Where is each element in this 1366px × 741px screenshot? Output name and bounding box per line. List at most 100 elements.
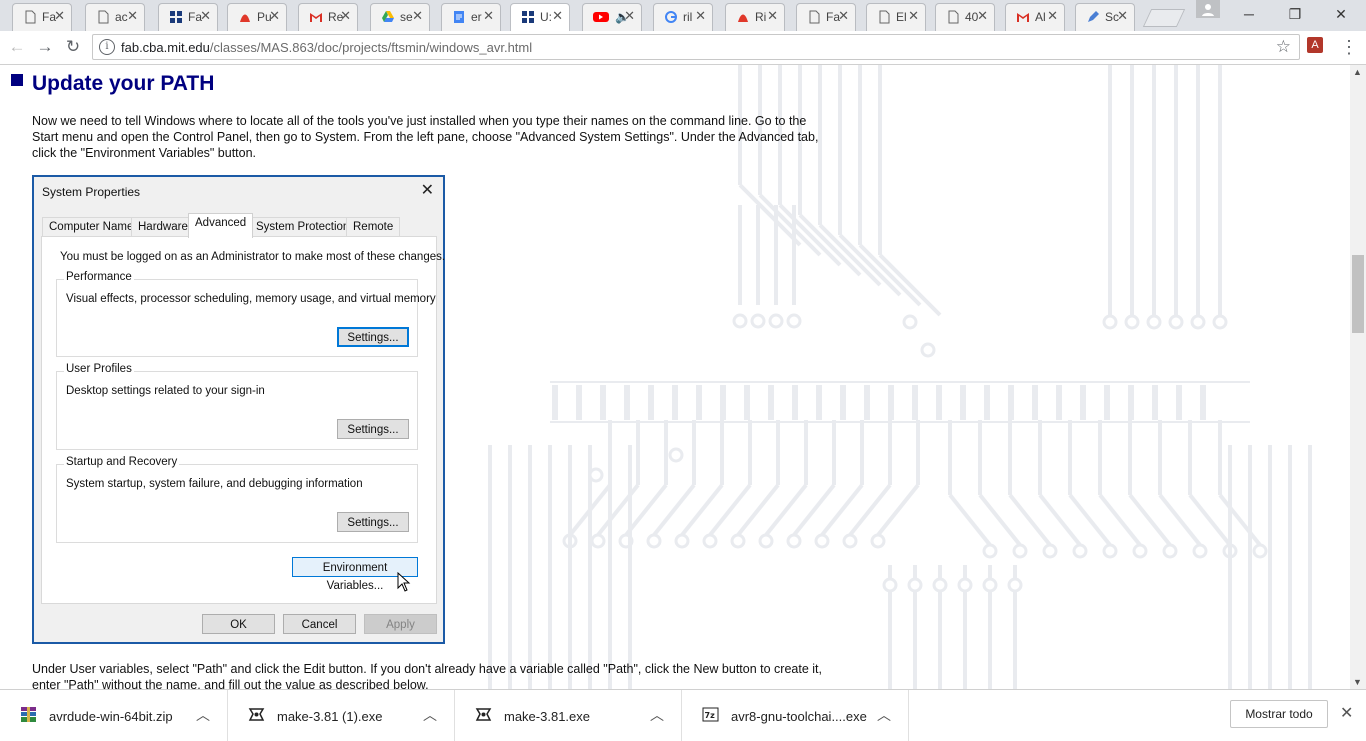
info-icon[interactable]: i	[99, 39, 115, 55]
page-content: Update your PATH Now we need to tell Win…	[0, 65, 1350, 689]
download-filename: make-3.81 (1).exe	[277, 709, 383, 724]
startup-recovery-group: Startup and Recovery System startup, sys…	[56, 456, 418, 543]
close-tab-icon[interactable]: ✕	[269, 9, 280, 23]
browser-tab[interactable]: Fa ✕	[796, 3, 856, 31]
close-downloads-icon[interactable]: ✕	[1340, 703, 1353, 723]
google-icon	[665, 11, 677, 23]
download-item[interactable]: make-3.81.exe ︿	[455, 690, 682, 741]
download-filename: avrdude-win-64bit.zip	[49, 709, 173, 724]
browser-tab[interactable]: er ✕	[441, 3, 501, 31]
group-description: Desktop settings related to your sign-in	[66, 385, 265, 397]
docs-icon	[454, 11, 464, 23]
download-item[interactable]: make-3.81 (1).exe ︿	[228, 690, 455, 741]
close-tab-icon[interactable]: ✕	[340, 9, 351, 23]
minimize-icon[interactable]: ─	[1234, 4, 1264, 24]
show-all-downloads-button[interactable]: Mostrar todo	[1230, 700, 1328, 728]
performance-group: Performance Visual effects, processor sc…	[56, 271, 436, 357]
url-text[interactable]: fab.cba.mit.edu/classes/MAS.863/doc/proj…	[121, 40, 532, 55]
document-icon	[879, 10, 890, 24]
dialog-close-icon[interactable]: ✕	[421, 180, 434, 200]
tab-system-protection[interactable]: System Protection	[249, 217, 357, 237]
scroll-up-icon[interactable]: ▲	[1353, 67, 1362, 77]
browser-tab[interactable]: ril ✕	[653, 3, 713, 31]
intro-paragraph: Now we need to tell Windows where to loc…	[32, 114, 819, 160]
browser-tab[interactable]: Fa ✕	[158, 3, 218, 31]
browser-tab[interactable]: Re ✕	[298, 3, 358, 31]
installer-icon	[475, 708, 492, 721]
close-tab-icon[interactable]: ✕	[1047, 9, 1058, 23]
user-profiles-group: User Profiles Desktop settings related t…	[56, 363, 418, 450]
download-filename: make-3.81.exe	[504, 709, 590, 724]
scroll-thumb[interactable]	[1352, 255, 1364, 333]
page-scrollbar[interactable]: ▲ ▼	[1350, 65, 1366, 689]
reload-icon[interactable]: ↻	[62, 36, 84, 58]
document-icon	[948, 10, 959, 24]
close-tab-icon[interactable]: ✕	[127, 9, 138, 23]
back-icon[interactable]: ←	[6, 36, 28, 58]
group-label: Performance	[64, 271, 134, 283]
document-icon	[25, 10, 36, 24]
download-item[interactable]: 7z avr8-gnu-toolchai....exe ︿	[682, 690, 909, 741]
restore-icon[interactable]: ❐	[1280, 4, 1310, 24]
admin-note: You must be logged on as an Administrato…	[60, 251, 446, 263]
document-icon	[98, 10, 109, 24]
new-tab-button[interactable]	[1142, 9, 1186, 27]
close-tab-icon[interactable]: ✕	[200, 9, 211, 23]
forward-icon[interactable]: →	[34, 36, 56, 58]
browser-tab[interactable]: El ✕	[866, 3, 926, 31]
tab-remote[interactable]: Remote	[346, 217, 401, 237]
grid-icon	[522, 11, 534, 23]
close-tab-icon[interactable]: ✕	[552, 9, 563, 23]
ok-button[interactable]: OK	[202, 614, 275, 634]
browser-toolbar: ← → ↻ i fab.cba.mit.edu/classes/MAS.863/…	[0, 31, 1366, 65]
startup-recovery-settings-button[interactable]: Settings...	[337, 512, 409, 532]
group-label: User Profiles	[64, 363, 134, 375]
gmail-icon	[1017, 13, 1029, 22]
window-close-icon[interactable]: ✕	[1326, 4, 1356, 24]
pencil-icon	[1088, 11, 1099, 22]
user-profiles-settings-button[interactable]: Settings...	[337, 419, 409, 439]
browser-tab[interactable]: se ✕	[370, 3, 430, 31]
close-tab-icon[interactable]: ✕	[483, 9, 494, 23]
tab-computer-name[interactable]: Computer Name	[42, 217, 141, 237]
pdf-extension-icon[interactable]: A	[1307, 37, 1323, 53]
close-tab-icon[interactable]: ✕	[1117, 9, 1128, 23]
menu-icon[interactable]: ⋮	[1340, 37, 1358, 57]
gmail-icon	[310, 13, 322, 22]
browser-tab[interactable]: ac ✕	[85, 3, 145, 31]
address-bar[interactable]: i fab.cba.mit.edu/classes/MAS.863/doc/pr…	[92, 34, 1300, 60]
browser-tab[interactable]: Sc ✕	[1075, 3, 1135, 31]
chevron-up-icon[interactable]: ︿	[877, 705, 891, 725]
browser-tab[interactable]: 40 ✕	[935, 3, 995, 31]
close-tab-icon[interactable]: ✕	[412, 9, 423, 23]
download-item[interactable]: avrdude-win-64bit.zip ︿	[0, 690, 228, 741]
browser-tab[interactable]: Fa ✕	[12, 3, 72, 31]
browser-tab[interactable]: Pu ✕	[227, 3, 287, 31]
close-tab-icon[interactable]: ✕	[838, 9, 849, 23]
close-tab-icon[interactable]: ✕	[54, 9, 65, 23]
apply-button[interactable]: Apply	[364, 614, 437, 634]
tab-strip: Fa ✕ ac ✕ Fa ✕ Pu ✕ Re ✕ se ✕ er ✕ U: ✕ …	[0, 0, 1366, 31]
chevron-up-icon[interactable]: ︿	[196, 705, 210, 725]
profile-icon[interactable]	[1196, 0, 1220, 18]
tab-hardware[interactable]: Hardware	[131, 217, 195, 237]
tab-advanced[interactable]: Advanced	[188, 213, 254, 238]
browser-tab[interactable]: Ri ✕	[725, 3, 785, 31]
page-heading: Update your PATH	[32, 72, 215, 95]
cancel-button[interactable]: Cancel	[283, 614, 356, 634]
browser-tab-active[interactable]: U: ✕	[510, 3, 570, 31]
chevron-up-icon[interactable]: ︿	[423, 705, 437, 725]
close-tab-icon[interactable]: ✕	[908, 9, 919, 23]
close-tab-icon[interactable]: ✕	[695, 9, 706, 23]
browser-tab[interactable]: Al ✕	[1005, 3, 1065, 31]
browser-tab[interactable]: 🔈 ✕	[582, 3, 642, 31]
advanced-tab-panel: You must be logged on as an Administrato…	[41, 236, 445, 604]
close-tab-icon[interactable]: ✕	[624, 9, 635, 23]
after-paragraph: Under User variables, select "Path" and …	[32, 662, 822, 689]
chevron-up-icon[interactable]: ︿	[650, 705, 664, 725]
scroll-down-icon[interactable]: ▼	[1353, 677, 1362, 687]
close-tab-icon[interactable]: ✕	[977, 9, 988, 23]
performance-settings-button[interactable]: Settings...	[337, 327, 409, 347]
close-tab-icon[interactable]: ✕	[767, 9, 778, 23]
bookmark-star-icon[interactable]: ☆	[1276, 37, 1291, 57]
